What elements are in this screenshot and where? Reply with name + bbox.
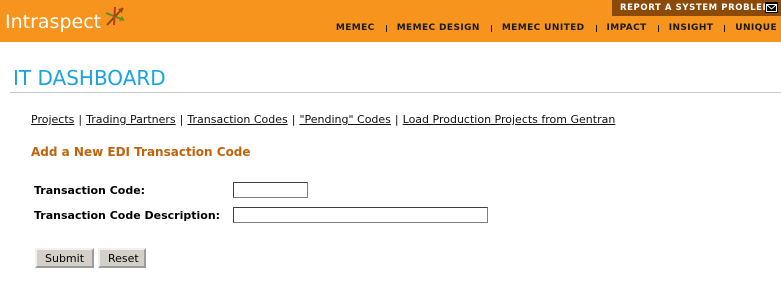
link-trading-partners[interactable]: Trading Partners xyxy=(86,113,176,126)
envelope-icon[interactable] xyxy=(765,2,778,13)
title-divider xyxy=(10,92,781,93)
nav-separator xyxy=(595,24,597,32)
nav-separator xyxy=(490,24,492,32)
link-separator: | xyxy=(179,113,184,126)
link-transaction-codes[interactable]: Transaction Codes xyxy=(187,113,287,126)
link-pending-codes[interactable]: "Pending" Codes xyxy=(299,113,390,126)
page-title: IT DASHBOARD xyxy=(13,66,166,90)
intraspect-logo[interactable]: Intraspect xyxy=(5,5,127,37)
nav-item-unique[interactable]: UNIQUE xyxy=(735,23,777,33)
reset-button[interactable]: Reset xyxy=(98,248,146,268)
link-separator: | xyxy=(291,113,296,126)
transaction-code-description-label: Transaction Code Description: xyxy=(34,209,221,222)
form-heading: Add a New EDI Transaction Code xyxy=(31,145,251,159)
nav-item-impact[interactable]: IMPACT xyxy=(607,23,647,33)
link-load-production-projects[interactable]: Load Production Projects from Gentran xyxy=(403,113,616,126)
nav-item-memec-design[interactable]: MEMEC DESIGN xyxy=(397,23,480,33)
nav-separator xyxy=(657,24,659,32)
link-separator: | xyxy=(394,113,399,126)
report-problem-bar: REPORT A SYSTEM PROBLEM xyxy=(612,0,781,16)
subnav-links: Projects | Trading Partners | Transaction Co… xyxy=(31,113,615,126)
logo-text: Intraspect xyxy=(5,11,102,33)
compass-arrows-icon xyxy=(103,5,127,31)
nav-item-memec[interactable]: MEMEC xyxy=(336,23,375,33)
nav-item-memec-united[interactable]: MEMEC UNITED xyxy=(502,23,585,33)
top-nav: MEMEC MEMEC DESIGN MEMEC UNITED IMPACT I… xyxy=(336,21,777,35)
nav-separator xyxy=(385,24,387,32)
report-problem-link[interactable]: REPORT A SYSTEM PROBLEM xyxy=(620,3,772,13)
nav-item-insight[interactable]: INSIGHT xyxy=(669,23,714,33)
transaction-code-input[interactable] xyxy=(233,182,308,198)
link-separator: | xyxy=(78,113,83,126)
header-bar: Intraspect REPORT A SYSTEM PROBLEM MEMEC… xyxy=(0,0,781,42)
submit-button[interactable]: Submit xyxy=(35,248,94,268)
transaction-code-label: Transaction Code: xyxy=(34,184,146,197)
nav-separator xyxy=(724,24,726,32)
link-projects[interactable]: Projects xyxy=(31,113,74,126)
transaction-code-description-input[interactable] xyxy=(233,207,488,223)
